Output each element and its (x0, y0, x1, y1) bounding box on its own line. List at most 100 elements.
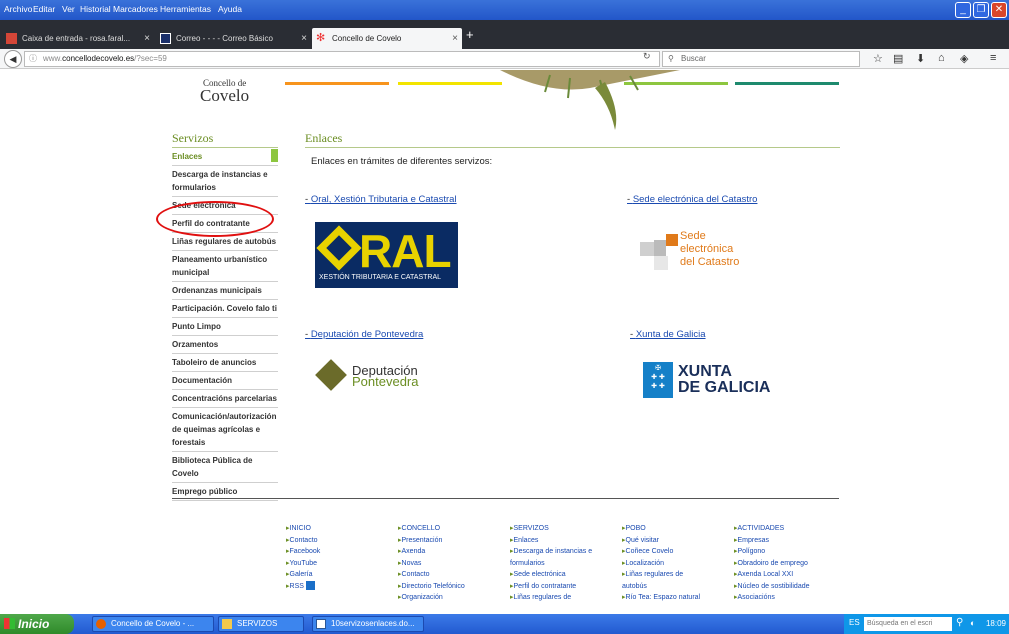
search-icon[interactable]: ⚲ (956, 617, 963, 628)
footer-heading[interactable]: INICIO (286, 523, 396, 535)
xunta-logo[interactable]: ✠ ✚ ✚ ✚ ✚ XUNTA DE GALICIA (643, 362, 783, 402)
downloads-icon[interactable]: ⬇ (916, 52, 925, 65)
sidebar-item-orzamentos[interactable]: Orzamentos (172, 336, 278, 354)
catastro-logo[interactable]: Sede electrónica del Catastro (640, 230, 780, 290)
menu-herramientas[interactable]: Herramientas (160, 4, 211, 14)
menu-marcadores[interactable]: Marcadores (113, 4, 158, 14)
taskbar-item-firefox[interactable]: Concello de Covelo - ... (92, 616, 214, 632)
sidebar-item-queimas[interactable]: Comunicación/autorización de queimas agr… (172, 408, 278, 452)
clock: 18:09 (985, 619, 1006, 628)
footer-heading[interactable]: SERVIZOS (510, 523, 620, 535)
taskbar-item-word[interactable]: 10servizosenlaces.do... (312, 616, 424, 632)
taskbar-search-input[interactable]: Búsqueda en el escri (864, 617, 952, 631)
footer-link[interactable]: Descarga de instancias e (510, 546, 620, 558)
footer-link[interactable]: Contacto (398, 569, 508, 581)
home-icon[interactable]: ⌂ (938, 52, 945, 64)
footer-link[interactable]: Polígono (734, 546, 844, 558)
catastro-square (666, 234, 678, 246)
footer-link[interactable]: Organización (398, 592, 508, 604)
taskbar-item-folder[interactable]: SERVIZOS (218, 616, 304, 632)
footer-link[interactable]: Contacto (286, 535, 396, 547)
link-xunta[interactable]: - Xunta de Galicia (630, 329, 706, 340)
language-indicator[interactable]: ES (849, 618, 860, 627)
menu-historial[interactable]: Historial (80, 4, 111, 14)
tab-correo[interactable]: Correo - - - - Correo Básico × (156, 28, 311, 49)
footer-heading[interactable]: POBO (622, 523, 732, 535)
back-button[interactable]: ◀ (4, 50, 22, 68)
footer-link[interactable]: Localización (622, 558, 732, 570)
oral-logo[interactable]: RAL XESTIÓN TRIBUTARIA E CATASTRAL (315, 222, 458, 288)
footer-link[interactable]: formularios (510, 558, 620, 570)
xunta-flag-icon: ✠ ✚ ✚ ✚ ✚ (643, 362, 673, 398)
pocket-icon[interactable]: ◈ (960, 52, 968, 65)
menu-ayuda[interactable]: Ayuda (218, 4, 242, 14)
footer-link[interactable]: Galería (286, 569, 396, 581)
footer-link[interactable]: Facebook (286, 546, 396, 558)
logo-text-big[interactable]: Covelo (200, 86, 249, 106)
footer-link[interactable]: Novas (398, 558, 508, 570)
footer-link[interactable]: YouTube (286, 558, 396, 570)
menu-archivo[interactable]: Archivo (4, 4, 32, 14)
sidebar-item-taboleiro[interactable]: Taboleiro de anuncios (172, 354, 278, 372)
sidebar-item-ordenanzas[interactable]: Ordenanzas municipais (172, 282, 278, 300)
sidebar-item-biblioteca[interactable]: Biblioteca Pública de Covelo (172, 452, 278, 483)
info-icon[interactable]: ⓘ (29, 52, 37, 66)
deputacion-logo[interactable]: Deputación Pontevedra (315, 359, 436, 392)
network-icon[interactable]: ◐ (970, 618, 975, 628)
sidebar-item-concentracions[interactable]: Concentracións parcelarias (172, 390, 278, 408)
menu-icon[interactable]: ≡ (990, 52, 996, 64)
footer-link[interactable]: Obradoiro de emprego (734, 558, 844, 570)
footer-link[interactable]: Empresas (734, 535, 844, 547)
page-title-rule (305, 147, 840, 148)
reload-icon[interactable]: ↻ (643, 51, 651, 62)
close-icon[interactable]: × (301, 28, 307, 49)
link-deputacion[interactable]: - Deputación de Pontevedra (305, 329, 423, 340)
footer-link[interactable]: Núcleo de sostibilidade (734, 581, 844, 593)
catastro-square (654, 240, 666, 256)
footer-link[interactable]: Perfil do contratante (510, 581, 620, 593)
sidebar-item-documentacion[interactable]: Documentación (172, 372, 278, 390)
tab-concello[interactable]: ✻ Concello de Covelo × (312, 28, 462, 49)
reading-list-icon[interactable]: ▤ (893, 52, 903, 65)
search-input[interactable]: ⚲ Buscar (662, 51, 860, 67)
footer-link[interactable]: Asociacións (734, 592, 844, 604)
footer-link[interactable]: Coñece Covelo (622, 546, 732, 558)
footer-link[interactable]: Enlaces (510, 535, 620, 547)
sidebar-item-participacion[interactable]: Participación. Covelo falo ti (172, 300, 278, 318)
close-window-button[interactable]: ✕ (991, 2, 1007, 18)
footer-link[interactable]: Qué visitar (622, 535, 732, 547)
new-tab-button[interactable]: + (466, 27, 474, 42)
minimize-button[interactable]: _ (955, 2, 971, 18)
menu-ver[interactable]: Ver (62, 4, 75, 14)
footer-link[interactable]: Axenda Local XXI (734, 569, 844, 581)
footer-link[interactable]: Presentación (398, 535, 508, 547)
footer-link[interactable]: Axenda (398, 546, 508, 558)
footer-link[interactable]: Río Tea: Espazo natural (622, 592, 732, 604)
start-button[interactable]: Inicio (0, 614, 74, 634)
footer-heading[interactable]: ACTIVIDADES (734, 523, 844, 535)
close-icon[interactable]: × (144, 28, 150, 49)
sidebar-item-enlaces[interactable]: Enlaces (172, 148, 278, 166)
link-deputacion-label: Deputación de Pontevedra (310, 329, 424, 340)
search-icon: ⚲ (668, 54, 674, 63)
footer-link[interactable]: Directorio Telefónico (398, 581, 508, 593)
url-bar[interactable]: ⓘ www.concellodecovelo.es/?sec=59 (24, 51, 660, 67)
footer-heading[interactable]: CONCELLO (398, 523, 508, 535)
sidebar-item-punto-limpo[interactable]: Punto Limpo (172, 318, 278, 336)
tab-gmail[interactable]: Caixa de entrada - rosa.faral... × (2, 28, 154, 49)
link-catastro[interactable]: - Sede electrónica del Catastro (627, 194, 757, 205)
footer-link[interactable]: Sede electrónica (510, 569, 620, 581)
close-icon[interactable]: × (452, 28, 458, 49)
link-xunta-label: Xunta de Galicia (635, 329, 706, 340)
restore-button[interactable]: ❐ (973, 2, 989, 18)
sidebar-item-descarga[interactable]: Descarga de instancias e formularios (172, 166, 278, 197)
footer-link-rss[interactable]: RSS (286, 581, 396, 593)
menu-editar[interactable]: Editar (33, 4, 55, 14)
bookmark-star-icon[interactable]: ☆ (873, 52, 883, 65)
footer-link[interactable]: autobús (622, 581, 732, 593)
tab-label: Correo - - - - Correo Básico (176, 34, 273, 43)
sidebar-item-planeamento[interactable]: Planeamento urbanístico municipal (172, 251, 278, 282)
footer-link[interactable]: Liñas regulares de (510, 592, 620, 604)
link-oral[interactable]: - Oral, Xestión Tributaria e Catastral (305, 194, 457, 205)
footer-link[interactable]: Liñas regulares de (622, 569, 732, 581)
